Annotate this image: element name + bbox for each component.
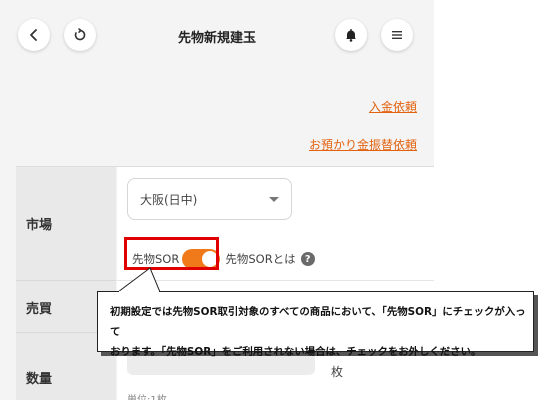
sor-info-link[interactable]: 先物SORとは: [225, 251, 295, 267]
deposit-request-link[interactable]: 入金依頼: [369, 98, 417, 115]
market-select-value: 大阪(日中): [140, 193, 198, 207]
notification-button[interactable]: [335, 19, 367, 51]
header: 先物新規建玉: [0, 0, 434, 72]
quantity-unit: 枚: [331, 365, 344, 379]
back-button[interactable]: [18, 19, 50, 51]
refresh-icon: [74, 28, 86, 41]
callout-text: 初期設定では先物SOR取引対象のすべての商品において、「先物SOR」にチェックが…: [110, 302, 528, 362]
page-title: 先物新規建玉: [177, 31, 256, 46]
hamburger-menu-icon: [392, 31, 402, 39]
quantity-note: 単位:1枚: [127, 391, 167, 400]
sor-highlight-box: [124, 237, 219, 270]
chevron-left-icon: [30, 29, 37, 41]
help-icon[interactable]: ?: [300, 252, 315, 266]
bell-icon: [346, 29, 356, 42]
market-row-label: 市場: [16, 167, 116, 281]
refresh-button[interactable]: [64, 19, 96, 51]
callout-annotation: 初期設定では先物SOR取引対象のすべての商品において、「先物SOR」にチェックが…: [97, 291, 534, 358]
deposit-transfer-request-link[interactable]: お預かり金振替依頼: [309, 136, 417, 153]
callout-line-2: おります。「先物SOR」をご利用されない場合は、チェックをお外しください。: [110, 346, 482, 358]
market-label: 市場: [26, 218, 53, 233]
quantity-label: 数量: [26, 372, 53, 387]
callout-line-1: 初期設定では先物SOR取引対象のすべての商品において、「先物SOR」にチェックが…: [110, 306, 526, 338]
order-form: 市場 大阪(日中) 先物SOR 先物SORとは ? 売買 数量 枚: [16, 166, 434, 400]
caret-down-icon: [269, 197, 279, 202]
market-select[interactable]: 大阪(日中): [127, 178, 292, 220]
menu-button[interactable]: [381, 19, 413, 51]
side-label: 売買: [26, 302, 53, 317]
